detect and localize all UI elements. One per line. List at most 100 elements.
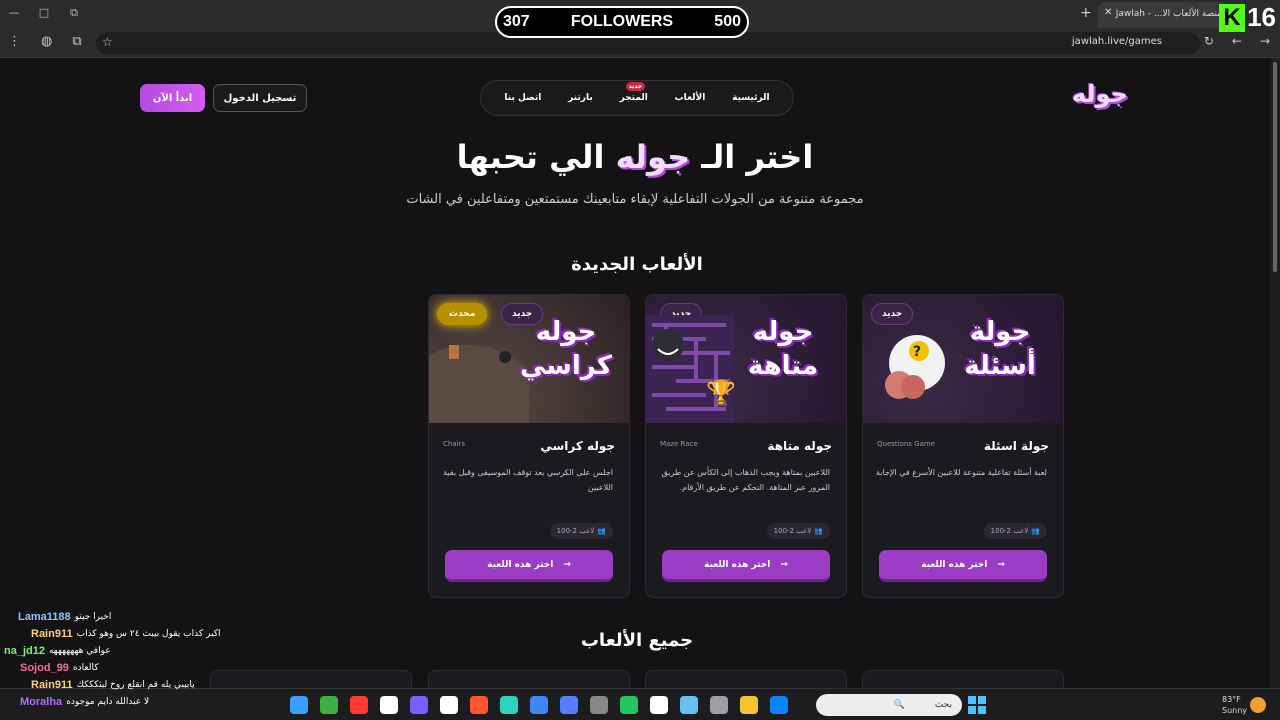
taskbar-apps [290, 696, 788, 714]
choose-game-button[interactable]: اختر هذه اللعبة → [445, 550, 613, 582]
followers-current: 307 [503, 13, 530, 30]
taskbar-app-icon[interactable] [740, 696, 758, 714]
nav-store[interactable]: المتجر جديد [620, 82, 648, 103]
new-tab-button[interactable]: + [1080, 5, 1092, 21]
players-text: 100-2 لاعب [556, 527, 595, 535]
stream-chat-overlay: Lama1188 اخيرا جيتو Rain911 اكبر كذاب يقول… [0, 608, 260, 710]
nav-games[interactable]: الألعاب [675, 93, 706, 103]
sun-icon [1250, 697, 1266, 713]
taskbar-app-icon[interactable] [530, 696, 548, 714]
taskbar-app-icon[interactable] [500, 696, 518, 714]
chat-text: اخيرا جيتو [74, 611, 112, 622]
users-icon: 👥 [1031, 527, 1040, 535]
url-text: jawlah.live/games [1071, 36, 1162, 47]
page-content: ابدأ الآن تسجيل الدخول الرئيسية الألعاب … [0, 58, 1270, 688]
chat-username: na_jd12 [4, 644, 45, 657]
browser-tab[interactable]: منصة الألعاب الا... - Jawlah [1098, 2, 1228, 28]
window-controls: — □ ⧉ [8, 6, 80, 20]
windows-start-icon[interactable] [968, 696, 986, 714]
maximize-window-icon[interactable]: □ [38, 6, 50, 20]
card-image-title: جولة أسئلة [964, 317, 1036, 381]
updated-badge: محدث [437, 303, 488, 325]
chat-text: كالعاده [72, 662, 99, 673]
taskbar-app-icon[interactable] [650, 696, 668, 714]
viewer-count: 16 [1247, 2, 1276, 32]
chat-message: Rain911 اكبر كذاب يقول بيبث ٢٤ س وهو كذاب [0, 625, 260, 642]
card-name: جوله كراسي [540, 439, 615, 453]
close-window-icon[interactable]: — [8, 6, 20, 20]
taskbar-app-icon[interactable] [590, 696, 608, 714]
site-logo[interactable]: جوله [1072, 80, 1128, 108]
arrow-icon: → [780, 559, 788, 570]
weather-widget[interactable]: 83°F Sunny [1222, 694, 1247, 716]
chat-text: لا عبدالله دايم موجوده [66, 696, 150, 707]
page-scrollbar[interactable] [1270, 58, 1280, 688]
extensions-icon[interactable]: ⧉ [72, 34, 81, 49]
card-name: جوله متاهة [767, 439, 832, 453]
chat-message: Rain911 يابيبي يله قم انقلع روح لبثكككك [0, 676, 260, 693]
taskbar-app-icon[interactable] [290, 696, 308, 714]
chat-text: يابيبي يله قم انقلع روح لبثكككك [76, 679, 195, 690]
taskbar-app-icon[interactable] [770, 696, 788, 714]
followers-goal-overlay: 307 FOLLOWERS 500 [495, 6, 749, 38]
button-label: اختر هذه اللعبة [921, 559, 988, 570]
users-icon: 👥 [814, 527, 823, 535]
restore-window-icon[interactable]: ⧉ [68, 6, 80, 20]
new-games-heading: الألعاب الجديدة [571, 254, 703, 275]
hero-title-post: الي تحبها [456, 138, 605, 176]
taskbar-app-icon[interactable] [350, 696, 368, 714]
hero-subtitle: مجموعة متنوعة من الجولات التفاعلية لإبقا… [406, 192, 864, 207]
new-badge: جديد [871, 303, 914, 325]
reload-icon[interactable]: ↻ [1204, 34, 1214, 48]
maze-icon: 🏆 [646, 315, 736, 423]
menu-icon[interactable]: ⋮ [8, 34, 21, 49]
taskbar-app-icon[interactable] [440, 696, 458, 714]
taskbar-app-icon[interactable] [560, 696, 578, 714]
nav-partner[interactable]: بارتنر [568, 93, 593, 103]
choose-game-button[interactable]: اختر هذه اللعبة → [879, 550, 1047, 582]
bookmark-star-icon[interactable]: ☆ [102, 35, 113, 49]
players-badge: 100-2 لاعب 👥 [983, 523, 1047, 539]
tab-close-icon[interactable]: ✕ [1104, 7, 1112, 18]
taskbar-app-icon[interactable] [410, 696, 428, 714]
weather-condition: Sunny [1222, 706, 1248, 715]
button-label: اختر هذه اللعبة [704, 559, 771, 570]
start-now-button[interactable]: ابدأ الآن [140, 84, 205, 112]
game-card-chairs: محدث جديد جوله كراسي جوله كراسي Chairs ا… [428, 294, 630, 598]
taskbar-app-icon[interactable] [320, 696, 338, 714]
back-icon[interactable]: → [1260, 34, 1270, 48]
game-card-partial[interactable] [645, 670, 847, 688]
main-nav: الرئيسية الألعاب المتجر جديد بارتنر اتصل… [480, 80, 794, 116]
viewer-counter: K 16 [1219, 2, 1276, 33]
arrow-icon: → [997, 559, 1005, 570]
game-card-partial[interactable] [862, 670, 1064, 688]
taskbar-app-icon[interactable] [470, 696, 488, 714]
nav-controls: ↻ ← → [1204, 34, 1270, 48]
card-image-title: جوله متاهة [747, 317, 819, 381]
tab-title: منصة الألعاب الا... - Jawlah [1115, 9, 1222, 19]
card-image: محدث جديد جوله كراسي [429, 295, 629, 423]
profile-icon[interactable]: ◍ [41, 34, 52, 49]
game-card-partial[interactable] [428, 670, 630, 688]
scroll-thumb[interactable] [1273, 62, 1277, 272]
taskbar-app-icon[interactable] [680, 696, 698, 714]
forward-icon[interactable]: ← [1232, 34, 1242, 48]
taskbar-search[interactable]: 🔍 بحث [816, 694, 962, 716]
taskbar-app-icon[interactable] [380, 696, 398, 714]
choose-game-button[interactable]: اختر هذه اللعبة → [662, 550, 830, 582]
card-name: جولة اسئلة [983, 439, 1049, 453]
nav-home[interactable]: الرئيسية [732, 93, 769, 103]
chat-username: Lama1188 [18, 610, 71, 623]
chat-message: na_jd12 عوافي هههههههه [0, 642, 260, 659]
login-button[interactable]: تسجيل الدخول [213, 84, 307, 112]
chat-username: Rain911 [31, 627, 73, 640]
nav-contact[interactable]: اتصل بنا [504, 93, 541, 103]
chat-message: Moralha لا عبدالله دايم موجوده [0, 693, 260, 710]
svg-text:?: ? [913, 344, 921, 360]
brain-head-icon: ? [885, 335, 945, 399]
chat-username: Sojod_99 [20, 661, 69, 674]
new-badge: جديد [625, 82, 646, 91]
card-description: لعبة أسئلة تفاعلية متنوعة للاعبين الأسرع… [876, 468, 1047, 477]
taskbar-app-icon[interactable] [620, 696, 638, 714]
taskbar-app-icon[interactable] [710, 696, 728, 714]
